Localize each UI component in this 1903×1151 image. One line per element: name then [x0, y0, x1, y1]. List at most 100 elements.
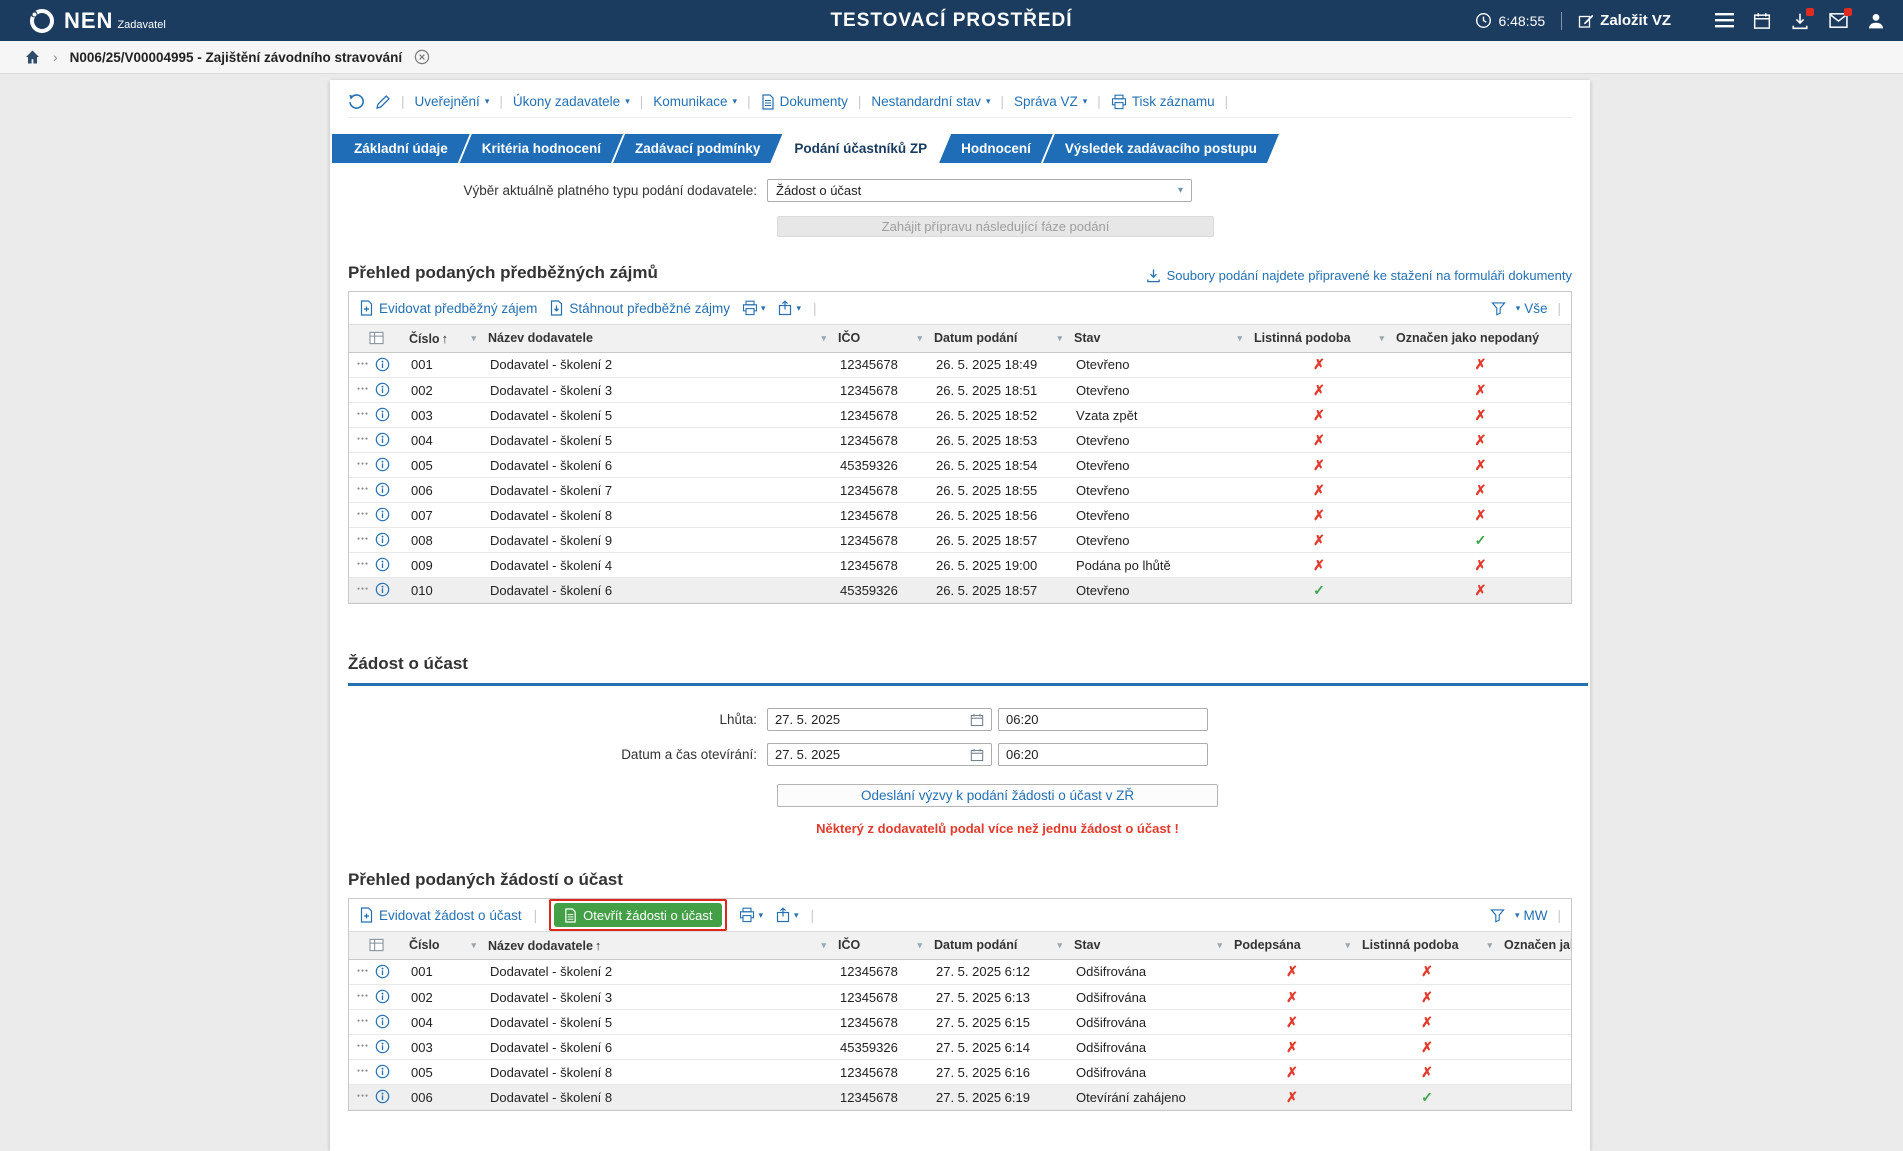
column-filter-icon[interactable]: ▾	[1217, 940, 1222, 951]
info-icon[interactable]	[375, 482, 390, 497]
opening-time-input[interactable]: 06:20	[998, 743, 1208, 766]
column-header-ico[interactable]: IČO▾	[832, 325, 928, 352]
nen-logo[interactable]: NEN Zadavatel	[28, 7, 166, 35]
downloads-icon[interactable]	[1789, 10, 1811, 32]
calendar-icon[interactable]	[1751, 10, 1773, 32]
column-filter-icon[interactable]: ▾	[917, 940, 922, 951]
tab-kriteria-hodnoceni[interactable]: Kritéria hodnocení	[460, 134, 623, 163]
column-header-nepodany[interactable]: Označen jako nepodaný	[1390, 325, 1571, 352]
view-selector[interactable]: ▾ MW	[1515, 908, 1548, 923]
row-menu-icon[interactable]: ●●●	[357, 412, 369, 417]
column-header-stav[interactable]: Stav▾	[1068, 932, 1228, 959]
print-grid-button[interactable]: ▾	[742, 300, 766, 316]
row-menu-icon[interactable]: ●●●	[357, 487, 369, 492]
menu-nestandardni-stav[interactable]: Nestandardní stav▾	[871, 94, 990, 109]
filter-icon[interactable]	[1491, 301, 1506, 316]
tab-podani-ucastniku-zp[interactable]: Podání účastníků ZP	[772, 134, 949, 163]
table-row[interactable]: ●●● 002 Dodavatel - školení 3 12345678 2…	[349, 378, 1571, 403]
info-icon[interactable]	[375, 1089, 390, 1104]
deadline-time-input[interactable]: 06:20	[998, 708, 1208, 731]
info-icon[interactable]	[375, 582, 390, 597]
table-row[interactable]: ●●● 010 Dodavatel - školení 6 45359326 2…	[349, 578, 1571, 603]
table-row[interactable]: ●●● 006 Dodavatel - školení 8 12345678 2…	[349, 1085, 1571, 1110]
print-grid-button[interactable]: ▾	[739, 907, 763, 923]
info-icon[interactable]	[375, 432, 390, 447]
column-filter-icon[interactable]: ▾	[821, 333, 826, 344]
history-icon[interactable]	[348, 93, 365, 110]
table-row[interactable]: ●●● 003 Dodavatel - školení 5 12345678 2…	[349, 403, 1571, 428]
row-menu-icon[interactable]: ●●●	[357, 462, 369, 467]
tab-vysledek-zadavaciho-postupu[interactable]: Výsledek zadávacího postupu	[1043, 134, 1279, 163]
menu-komunikace[interactable]: Komunikace▾	[653, 94, 737, 109]
column-filter-icon[interactable]: ▾	[1487, 940, 1492, 951]
row-menu-icon[interactable]: ●●●	[357, 1094, 369, 1099]
download-preliminary-interests-button[interactable]: Stáhnout předběžné zájmy	[549, 300, 730, 316]
table-row[interactable]: ●●● 003 Dodavatel - školení 6 45359326 2…	[349, 1035, 1571, 1060]
column-header-nepodany[interactable]: Označen jako nepodaný	[1498, 932, 1571, 959]
column-filter-icon[interactable]: ▾	[471, 333, 476, 344]
info-icon[interactable]	[375, 407, 390, 422]
submission-type-select[interactable]: Žádost o účast ▾	[767, 179, 1192, 202]
view-selector[interactable]: ▾ Vše	[1516, 301, 1548, 316]
home-icon[interactable]	[24, 49, 41, 65]
table-row[interactable]: ●●● 002 Dodavatel - školení 3 12345678 2…	[349, 985, 1571, 1010]
column-header-cislo[interactable]: Číslo▾	[403, 932, 482, 959]
tab-hodnoceni[interactable]: Hodnocení	[939, 134, 1053, 163]
table-row[interactable]: ●●● 009 Dodavatel - školení 4 12345678 2…	[349, 553, 1571, 578]
column-settings-header[interactable]	[349, 325, 403, 352]
create-vz-button[interactable]: Založit VZ	[1578, 12, 1671, 29]
column-filter-icon[interactable]: ▾	[1379, 333, 1384, 344]
column-header-cislo[interactable]: Číslo↑▾	[403, 325, 482, 352]
export-grid-button[interactable]: ▾	[775, 907, 799, 923]
close-record-icon[interactable]	[414, 49, 430, 65]
open-participation-requests-button[interactable]: Otevřít žádosti o účast	[554, 903, 722, 927]
info-icon[interactable]	[375, 507, 390, 522]
column-filter-icon[interactable]: ▾	[471, 940, 476, 951]
column-settings-header[interactable]	[349, 932, 403, 959]
row-menu-icon[interactable]: ●●●	[357, 969, 369, 974]
column-header-ico[interactable]: IČO▾	[832, 932, 928, 959]
tab-zakladni-udaje[interactable]: Základní údaje	[332, 134, 470, 163]
column-filter-icon[interactable]: ▾	[1057, 333, 1062, 344]
opening-date-input[interactable]: 27. 5. 2025	[767, 743, 992, 766]
column-filter-icon[interactable]: ▾	[1057, 940, 1062, 951]
table-row[interactable]: ●●● 006 Dodavatel - školení 7 12345678 2…	[349, 478, 1571, 503]
submission-files-link[interactable]: Soubory podání najdete připravené ke sta…	[1146, 268, 1572, 283]
row-menu-icon[interactable]: ●●●	[357, 1019, 369, 1024]
info-icon[interactable]	[375, 989, 390, 1004]
row-menu-icon[interactable]: ●●●	[357, 362, 369, 367]
menu-tisk-zaznamu[interactable]: Tisk záznamu	[1111, 94, 1215, 110]
menu-sprava-vz[interactable]: Správa VZ▾	[1014, 94, 1087, 109]
row-menu-icon[interactable]: ●●●	[357, 1044, 369, 1049]
user-icon[interactable]	[1865, 10, 1887, 32]
column-header-datum[interactable]: Datum podání▾	[928, 932, 1068, 959]
mail-icon[interactable]	[1827, 10, 1849, 32]
info-icon[interactable]	[375, 557, 390, 572]
info-icon[interactable]	[375, 964, 390, 979]
register-participation-request-button[interactable]: Evidovat žádost o účast	[359, 907, 522, 923]
info-icon[interactable]	[375, 457, 390, 472]
info-icon[interactable]	[375, 1014, 390, 1029]
info-icon[interactable]	[375, 357, 390, 372]
column-header-podepsana[interactable]: Podepsána▾	[1228, 932, 1356, 959]
column-header-nazev[interactable]: Název dodavatele↑▾	[482, 932, 832, 959]
register-preliminary-interest-button[interactable]: Evidovat předběžný zájem	[359, 300, 537, 316]
menu-dokumenty[interactable]: Dokumenty	[761, 94, 848, 110]
column-filter-icon[interactable]: ▾	[1345, 940, 1350, 951]
tab-zadavaci-podminky[interactable]: Zadávací podmínky	[613, 134, 782, 163]
table-row[interactable]: ●●● 004 Dodavatel - školení 5 12345678 2…	[349, 428, 1571, 453]
pencil-icon[interactable]	[375, 94, 391, 110]
menu-icon[interactable]	[1713, 10, 1735, 32]
column-header-listinna[interactable]: Listinná podoba▾	[1356, 932, 1498, 959]
row-menu-icon[interactable]: ●●●	[357, 437, 369, 442]
table-row[interactable]: ●●● 004 Dodavatel - školení 5 12345678 2…	[349, 1010, 1571, 1035]
menu-uverejneni[interactable]: Uveřejnění▾	[415, 94, 490, 109]
column-header-listinna[interactable]: Listinná podoba▾	[1248, 325, 1390, 352]
row-menu-icon[interactable]: ●●●	[357, 1069, 369, 1074]
info-icon[interactable]	[375, 1064, 390, 1079]
column-filter-icon[interactable]: ▾	[917, 333, 922, 344]
table-row[interactable]: ●●● 005 Dodavatel - školení 6 45359326 2…	[349, 453, 1571, 478]
table-row[interactable]: ●●● 007 Dodavatel - školení 8 12345678 2…	[349, 503, 1571, 528]
deadline-date-input[interactable]: 27. 5. 2025	[767, 708, 992, 731]
send-invitation-button[interactable]: Odeslání výzvy k podání žádosti o účast …	[777, 784, 1218, 807]
